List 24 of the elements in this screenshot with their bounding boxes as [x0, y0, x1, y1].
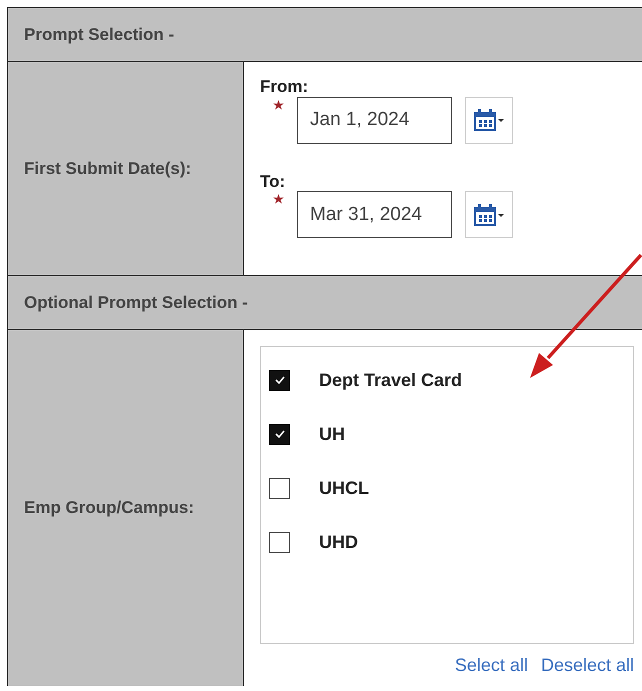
field-label: First Submit Date(s):: [8, 62, 244, 275]
option-label: UH: [319, 422, 345, 446]
check-icon: [274, 430, 284, 438]
date-field[interactable]: Mar 31, 2024: [297, 191, 452, 238]
check-icon: [274, 376, 284, 384]
field-label: From:: [260, 78, 310, 97]
checkbox[interactable]: [269, 478, 290, 498]
link[interactable]: Select all: [454, 652, 528, 679]
section-header: Optional Prompt Selection -: [8, 276, 642, 330]
option-label: UHCL: [319, 476, 369, 500]
checkbox[interactable]: [269, 532, 290, 552]
calendar-icon: [473, 108, 505, 132]
section-header: Prompt Selection -: [8, 8, 642, 62]
checkbox[interactable]: [269, 424, 290, 444]
calendar-button[interactable]: [465, 96, 513, 144]
field-label: To:: [260, 172, 286, 192]
date-field[interactable]: Jan 1, 2024: [297, 96, 452, 144]
calendar-button[interactable]: [465, 191, 513, 238]
option-label: Dept Travel Card: [319, 368, 462, 392]
checkbox[interactable]: [269, 370, 290, 390]
calendar-icon: [473, 202, 505, 227]
field-label: Emp Group/Campus:: [8, 330, 244, 686]
option-label: UHD: [319, 530, 358, 554]
link[interactable]: Deselect all: [540, 652, 634, 679]
